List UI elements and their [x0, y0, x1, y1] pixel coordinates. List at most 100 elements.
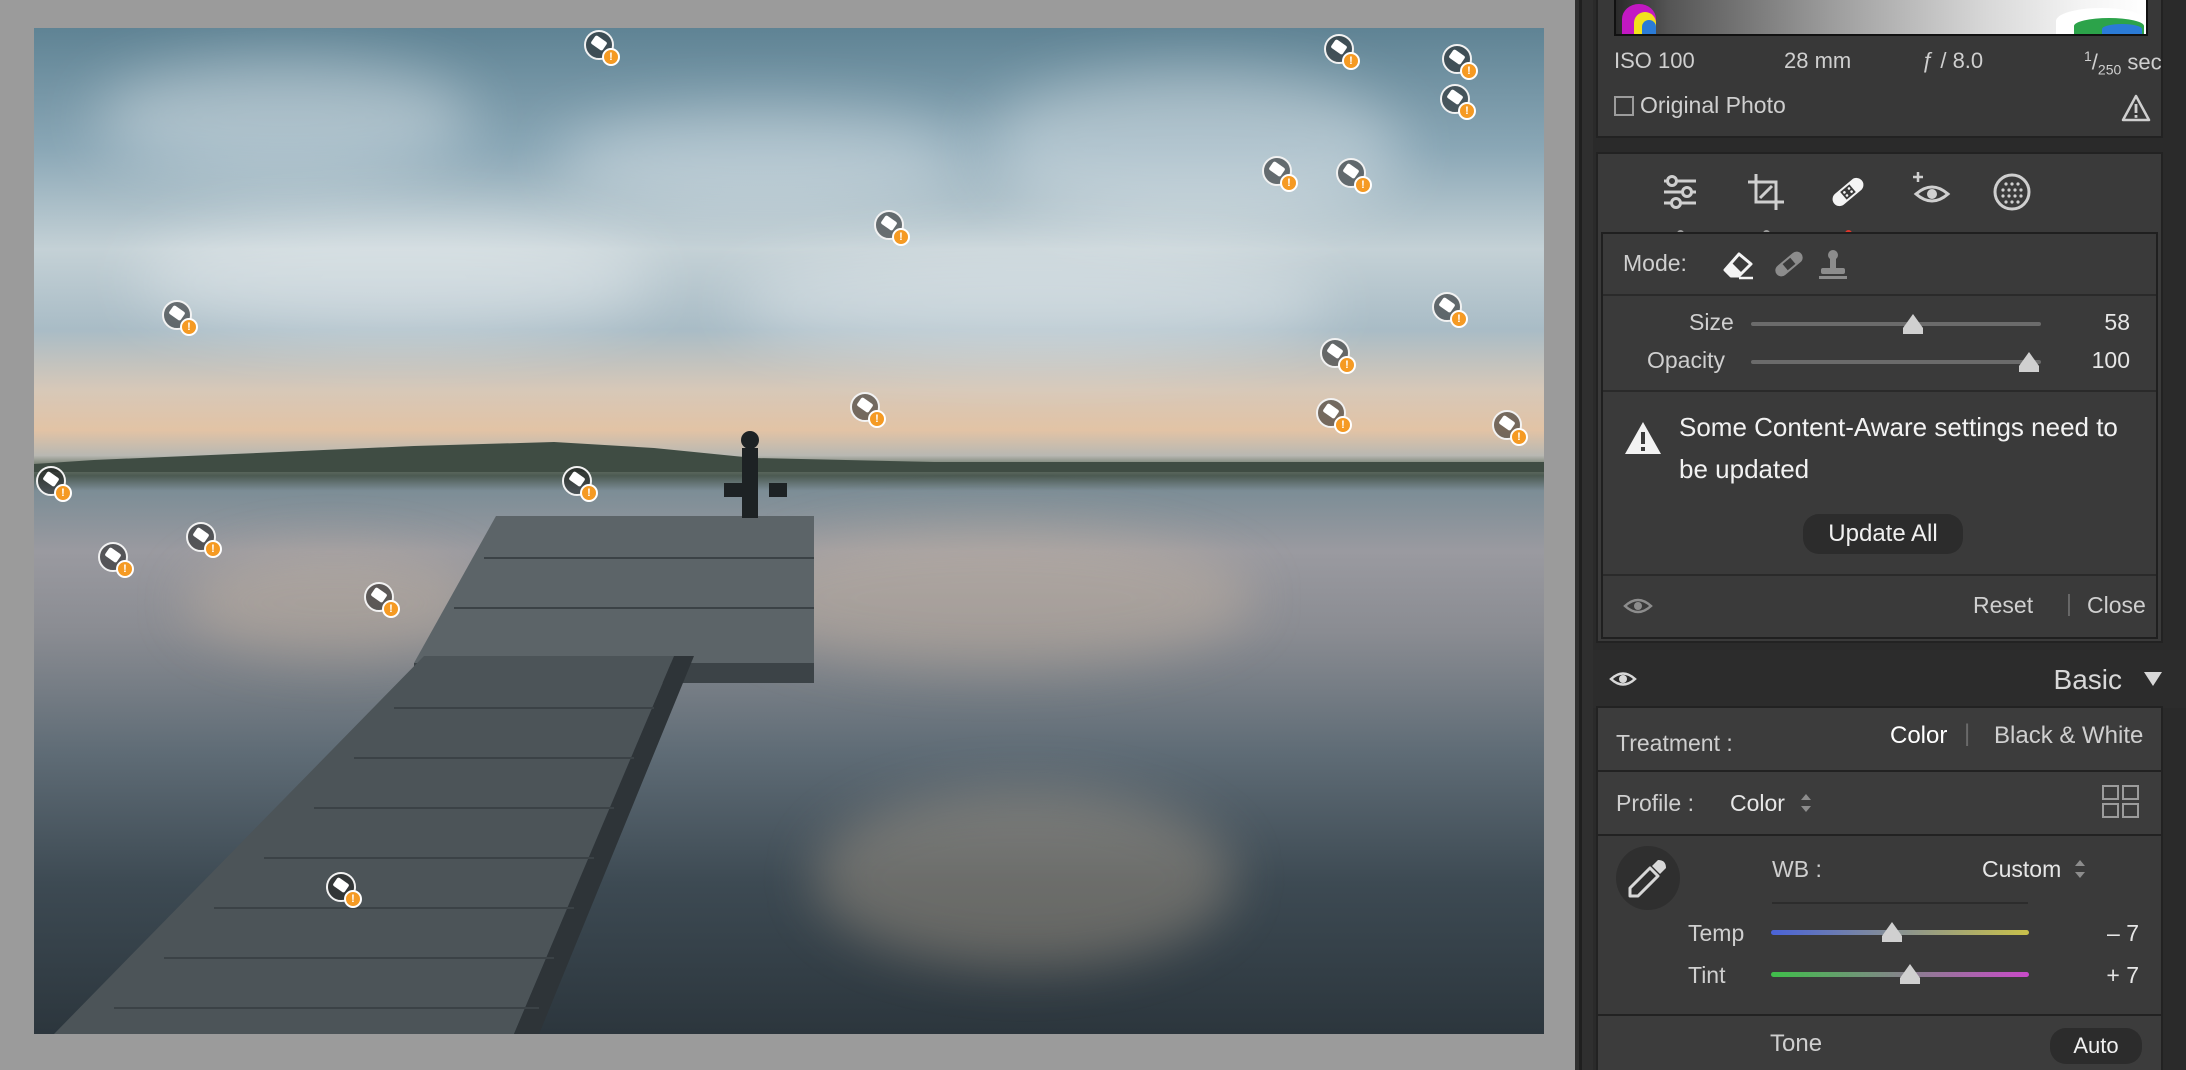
heal-spot-pin[interactable]: !	[1490, 408, 1530, 448]
tint-value[interactable]: + 7	[2106, 962, 2139, 989]
tint-slider-thumb[interactable]	[1900, 964, 1921, 984]
heal-spot-pin[interactable]: !	[324, 870, 364, 910]
shutter-readout: 1/250 sec	[2084, 48, 2162, 78]
heal-spot-pin[interactable]: !	[848, 390, 888, 430]
tone-label: Tone	[1770, 1030, 1823, 1057]
shutter-denominator: 250	[2097, 61, 2122, 78]
heal-spot-pin[interactable]: !	[362, 580, 402, 620]
profile-select[interactable]: Color	[1730, 790, 1785, 817]
treatment-bw-option[interactable]: Black & White	[1994, 722, 2143, 750]
close-button[interactable]: Close	[2087, 592, 2146, 619]
temp-value[interactable]: – 7	[2107, 920, 2139, 947]
tone-row: Tone Auto	[1598, 1016, 2161, 1070]
tool-masking[interactable]	[1988, 168, 2036, 216]
original-photo-toggle[interactable]: Original Photo	[1614, 92, 1786, 119]
healing-icon	[1832, 177, 1864, 207]
treatment-color-option[interactable]: Color	[1890, 722, 1947, 750]
treatment-row: Treatment : Color | Black & White	[1598, 708, 2161, 772]
aperture-readout: ƒ / 8.0	[1922, 48, 1984, 73]
update-all-button[interactable]: Update All	[1803, 514, 1963, 554]
temp-slider-thumb[interactable]	[1882, 922, 1903, 942]
heal-spot-pin[interactable]: !	[1334, 156, 1374, 196]
wb-divider	[1772, 902, 2028, 904]
size-label: Size	[1689, 309, 1734, 335]
heal-spot-pin[interactable]: !	[560, 464, 600, 504]
develop-right-panel: ISO 100 28 mm ƒ / 8.0 1/250 sec Original…	[1593, 0, 2186, 1070]
heal-spot-pin[interactable]: !	[1314, 396, 1354, 436]
profile-label: Profile :	[1616, 790, 1694, 816]
eye-icon[interactable]	[1609, 668, 1637, 690]
warning-triangle-icon	[1625, 422, 1661, 454]
iso-readout: ISO 100	[1614, 48, 1695, 73]
opacity-slider-thumb[interactable]	[2019, 352, 2040, 372]
tool-crop[interactable]	[1742, 168, 1790, 237]
clone-icon[interactable]	[1815, 246, 1851, 282]
healing-options: Mode: Size 58 Opacity 100 Some Content-A…	[1601, 232, 2158, 639]
tool-red-eye[interactable]	[1908, 168, 1956, 216]
crop-icon	[1748, 174, 1784, 210]
heal-spot-pin[interactable]: !	[1440, 42, 1480, 82]
tint-label: Tint	[1688, 962, 1726, 988]
panel-divider[interactable]	[1575, 0, 1593, 1070]
content-aware-remove-icon[interactable]	[1721, 246, 1757, 282]
profile-row: Profile : Color	[1598, 772, 2161, 836]
content-aware-warning-text: Some Content-Aware settings need to be u…	[1679, 412, 2118, 484]
shutter-unit: sec	[2127, 49, 2162, 75]
edit-sliders-icon	[1664, 175, 1696, 209]
basic-panel-title: Basic	[2053, 664, 2122, 695]
heal-spot-pin[interactable]: !	[1430, 290, 1470, 330]
profile-stepper-icon[interactable]	[1800, 792, 1812, 814]
mode-label: Mode:	[1623, 250, 1687, 276]
heal-spot-pin[interactable]: !	[1322, 32, 1362, 72]
pier-illustration	[54, 431, 814, 1034]
heal-spot-pin[interactable]: !	[582, 28, 622, 68]
red-eye-icon	[1913, 172, 1951, 203]
histogram-panel: ISO 100 28 mm ƒ / 8.0 1/250 sec Original…	[1596, 0, 2163, 138]
heal-spot-pin[interactable]: !	[1318, 336, 1358, 376]
wb-eyedropper-button[interactable]	[1616, 846, 1680, 910]
tool-edit[interactable]	[1656, 168, 1704, 237]
heal-spot-pin[interactable]: !	[1438, 82, 1478, 122]
heal-spot-pin[interactable]: !	[160, 298, 200, 338]
eyedropper-icon	[1628, 860, 1666, 898]
photo-canvas: ! ! ! ! ! ! ! ! ! ! ! ! ! ! ! ! ! ! !	[0, 0, 1575, 1070]
focal-length-readout: 28 mm	[1784, 48, 1852, 73]
heal-icon[interactable]	[1771, 246, 1807, 282]
warning-triangle-icon[interactable]	[2121, 94, 2151, 122]
opacity-value[interactable]: 100	[2092, 347, 2130, 374]
opacity-slider-track[interactable]	[1751, 360, 2041, 364]
opacity-label: Opacity	[1647, 347, 1725, 373]
size-value[interactable]: 58	[2104, 309, 2130, 336]
wb-label: WB :	[1772, 856, 1822, 882]
tool-healing[interactable]	[1824, 168, 1872, 237]
wb-select[interactable]: Custom	[1982, 856, 2061, 883]
tone-auto-button[interactable]: Auto	[2050, 1028, 2142, 1064]
treatment-label: Treatment :	[1616, 730, 1733, 756]
temp-label: Temp	[1688, 920, 1745, 946]
heal-spot-pin[interactable]: !	[96, 540, 136, 580]
reset-button[interactable]: Reset	[1973, 592, 2033, 619]
lightroom-app: ! ! ! ! ! ! ! ! ! ! ! ! ! ! ! ! ! ! ! IS…	[0, 0, 2186, 1070]
white-balance-section: WB : Custom Temp – 7 Tint + 7	[1598, 836, 2161, 1016]
heal-spot-pin[interactable]: !	[34, 464, 74, 504]
photo-preview[interactable]: ! ! ! ! ! ! ! ! ! ! ! ! ! ! ! ! ! ! !	[34, 28, 1544, 1034]
collapse-triangle-icon[interactable]	[2142, 670, 2164, 688]
basic-panel: Treatment : Color | Black & White Profil…	[1596, 706, 2163, 1070]
heal-spot-pin[interactable]: !	[872, 208, 912, 248]
heal-spot-pin[interactable]: !	[184, 520, 224, 560]
button-separator: |	[2066, 590, 2072, 616]
size-slider-thumb[interactable]	[1903, 314, 1924, 334]
eye-icon[interactable]	[1623, 594, 1653, 618]
size-slider-track[interactable]	[1751, 322, 2041, 326]
profile-browser-grid-icon[interactable]	[2101, 784, 2141, 820]
healing-tool-panel: Mode: Size 58 Opacity 100 Some Content-A…	[1596, 152, 2163, 643]
treatment-separator: |	[1964, 720, 1971, 747]
original-photo-checkbox[interactable]	[1614, 95, 1634, 116]
original-photo-label: Original Photo	[1640, 92, 1786, 118]
wb-stepper-icon[interactable]	[2074, 858, 2086, 880]
heal-spot-pin[interactable]: !	[1260, 154, 1300, 194]
shutter-numerator: 1	[2084, 48, 2092, 64]
histogram[interactable]	[1614, 0, 2148, 36]
masking-icon	[1993, 173, 2031, 211]
basic-panel-header[interactable]: Basic	[1593, 650, 2186, 708]
